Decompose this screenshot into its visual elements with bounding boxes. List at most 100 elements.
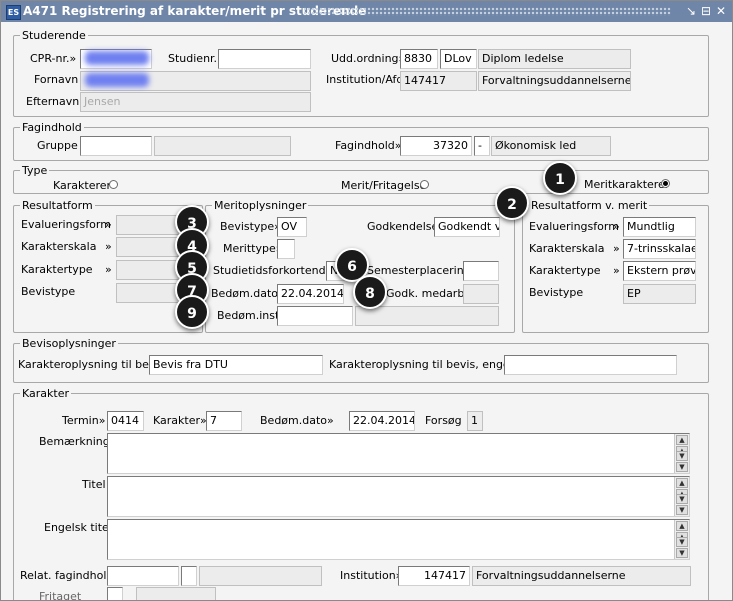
- scroll-down-icon[interactable]: ▼: [676, 548, 688, 558]
- maximize-button[interactable]: ⊟: [699, 4, 713, 18]
- gruppe-field[interactable]: [80, 136, 152, 156]
- cpr-label: CPR-nr.»: [30, 52, 77, 65]
- efternavn-field: Jensen: [80, 92, 311, 112]
- rfm-kartype-field[interactable]: Ekstern prøve: [623, 261, 696, 281]
- udd-ordning-label: Udd.ordning»: [331, 52, 406, 65]
- bevis-label1: Karakteroplysning til bevis: [18, 358, 165, 371]
- engelsk-titel-scrollbar[interactable]: ▲ ▲ ▼ ▼: [674, 520, 689, 559]
- fritaget-name: [136, 587, 216, 600]
- type-karakterer-label: Karakterer: [53, 179, 112, 192]
- title-bar: ES A471 Registrering af karakter/merit p…: [1, 1, 732, 22]
- app-icon: ES: [6, 5, 21, 20]
- karakter-legend: Karakter: [22, 387, 69, 400]
- merit-semester-field[interactable]: [463, 261, 499, 281]
- karakter-bedomdato-label: Bedøm.dato»: [260, 414, 334, 427]
- merit-godkmedarb-label: Godk. medarb.»: [386, 287, 475, 300]
- fritaget-field[interactable]: [107, 587, 123, 600]
- karakter-karakter-field[interactable]: 7: [206, 411, 242, 431]
- institution-afd-label: Institution/Afd.: [326, 73, 407, 86]
- restore-button[interactable]: ↘: [684, 4, 698, 18]
- merit-bedomdato-label: Bedøm.dato»: [211, 287, 285, 300]
- rfm-karskala-field[interactable]: 7-trinsskalaen: [623, 239, 696, 259]
- merit-bedominst-name: [355, 306, 499, 326]
- resultatform-evalform-label: Evalueringsform: [21, 218, 111, 231]
- scroll-up-icon[interactable]: ▲: [676, 435, 688, 445]
- karakter-termin-field[interactable]: 0414: [107, 411, 144, 431]
- fagindhold-label: Fagindhold»: [335, 139, 402, 152]
- resultatform-legend: Resultatform: [22, 199, 93, 212]
- karakter-institution-code[interactable]: 147417: [398, 566, 470, 586]
- title-grip[interactable]: [303, 7, 671, 16]
- resultatform-bevistype-label: Bevistype: [21, 285, 76, 298]
- titel-scrollbar[interactable]: ▲ ▲ ▼ ▼: [674, 477, 689, 516]
- type-legend: Type: [22, 164, 48, 177]
- fornavn-label: Fornavn: [34, 73, 79, 86]
- bevisoplysninger-legend: Bevisoplysninger: [22, 337, 116, 350]
- scroll-down-icon[interactable]: ▼: [676, 451, 688, 461]
- rfm-kartype-label: Karaktertype: [529, 264, 601, 277]
- bemaerkning-scrollbar[interactable]: ▲ ▲ ▼ ▼: [674, 434, 689, 473]
- karakter-forsog-label: Forsøg: [425, 414, 462, 427]
- meritoplysninger-legend: Meritoplysninger: [214, 199, 307, 212]
- merit-bedominst-field[interactable]: [277, 306, 353, 326]
- scroll-up-icon[interactable]: ▲: [676, 521, 688, 531]
- engelsk-titel-label: Engelsk titel: [44, 521, 112, 534]
- udd-ordning-code[interactable]: 8830: [400, 49, 438, 69]
- bevis-field2[interactable]: [504, 355, 677, 375]
- fritaget-label: Fritaget: [39, 590, 82, 601]
- merit-merittype-field[interactable]: [277, 239, 295, 259]
- bevis-label2: Karakteroplysning til bevis, engelsk: [329, 358, 525, 371]
- studienr-label: Studienr.: [168, 52, 218, 65]
- annotation-badge-8: 8: [353, 275, 387, 309]
- resultatform-evalform-arrow: »: [105, 218, 112, 231]
- merit-bedominst-label: Bedøm.inst.: [217, 309, 283, 322]
- engelsk-titel-textarea[interactable]: ▲ ▲ ▼ ▼: [107, 519, 690, 560]
- titel-textarea[interactable]: ▲ ▲ ▼ ▼: [107, 476, 690, 517]
- merit-bedomdato-field[interactable]: 22.04.2014: [277, 284, 344, 304]
- karakter-bedomdato-field[interactable]: 22.04.2014: [349, 411, 415, 431]
- karakter-karakter-label: Karakter»: [153, 414, 207, 427]
- scroll-down-icon[interactable]: ▼: [676, 505, 688, 515]
- close-button[interactable]: ✕: [714, 4, 728, 18]
- scroll-down-icon[interactable]: ▼: [676, 462, 688, 472]
- bemaerkning-textarea[interactable]: ▲ ▲ ▼ ▼: [107, 433, 690, 474]
- merit-bevistype-field[interactable]: OV: [277, 217, 307, 237]
- bemaerkning-label: Bemærkning: [39, 435, 110, 448]
- scroll-down-icon[interactable]: ▼: [676, 537, 688, 547]
- resultatform-karskala-label: Karakterskala: [21, 240, 97, 253]
- type-karakterer-radio[interactable]: [109, 180, 118, 189]
- relat-fagindhold-name: [199, 566, 322, 586]
- type-meritkarakterer-radio[interactable]: [661, 179, 670, 188]
- resultatform-kartype-arrow: »: [105, 263, 112, 276]
- gruppe-name-field: [154, 136, 291, 156]
- scroll-up-icon[interactable]: ▲: [676, 478, 688, 488]
- institution-afd-code: 147417: [400, 71, 477, 91]
- studerende-legend: Studerende: [22, 29, 86, 42]
- bevis-field1[interactable]: Bevis fra DTU: [149, 355, 323, 375]
- relat-fagindhold-field[interactable]: [107, 566, 179, 586]
- type-merit-radio[interactable]: [420, 180, 429, 189]
- merit-studietid-label: Studietidsforkortende»: [213, 264, 340, 277]
- efternavn-label: Efternavn: [26, 95, 80, 108]
- type-merit-label: Merit/Fritagelse: [341, 179, 427, 192]
- merit-godkendelse-field[interactable]: Godkendt ved: [434, 217, 500, 237]
- rfm-karskala-label: Karakterskala: [529, 242, 605, 255]
- merit-bevistype-label: Bevistype»: [220, 220, 281, 233]
- studienr-field[interactable]: [218, 49, 311, 69]
- registration-window: ES A471 Registrering af karakter/merit p…: [0, 0, 733, 601]
- merit-merittype-label: Merittype»: [223, 242, 283, 255]
- karakter-institution-name: Forvaltningsuddannelserne: [472, 566, 691, 586]
- annotation-badge-9: 9: [175, 295, 209, 329]
- fagindhold-name: Økonomisk led: [491, 136, 611, 156]
- merit-semester-label: Semesterplacering: [367, 264, 471, 277]
- rfm-evalform-field[interactable]: Mundtlig: [623, 217, 696, 237]
- merit-godkendelse-label: Godkendelse: [367, 220, 439, 233]
- fornavn-redacted: [85, 73, 149, 87]
- fagindhold-code[interactable]: 37320: [400, 136, 472, 156]
- institution-afd-name: Forvaltningsuddannelserne: [478, 71, 631, 91]
- rfm-evalform-label: Evalueringsform: [529, 220, 619, 233]
- scroll-down-icon[interactable]: ▼: [676, 494, 688, 504]
- rfm-karskala-arrow: »: [613, 242, 620, 255]
- rfm-kartype-arrow: »: [613, 264, 620, 277]
- annotation-badge-2: 2: [495, 186, 529, 220]
